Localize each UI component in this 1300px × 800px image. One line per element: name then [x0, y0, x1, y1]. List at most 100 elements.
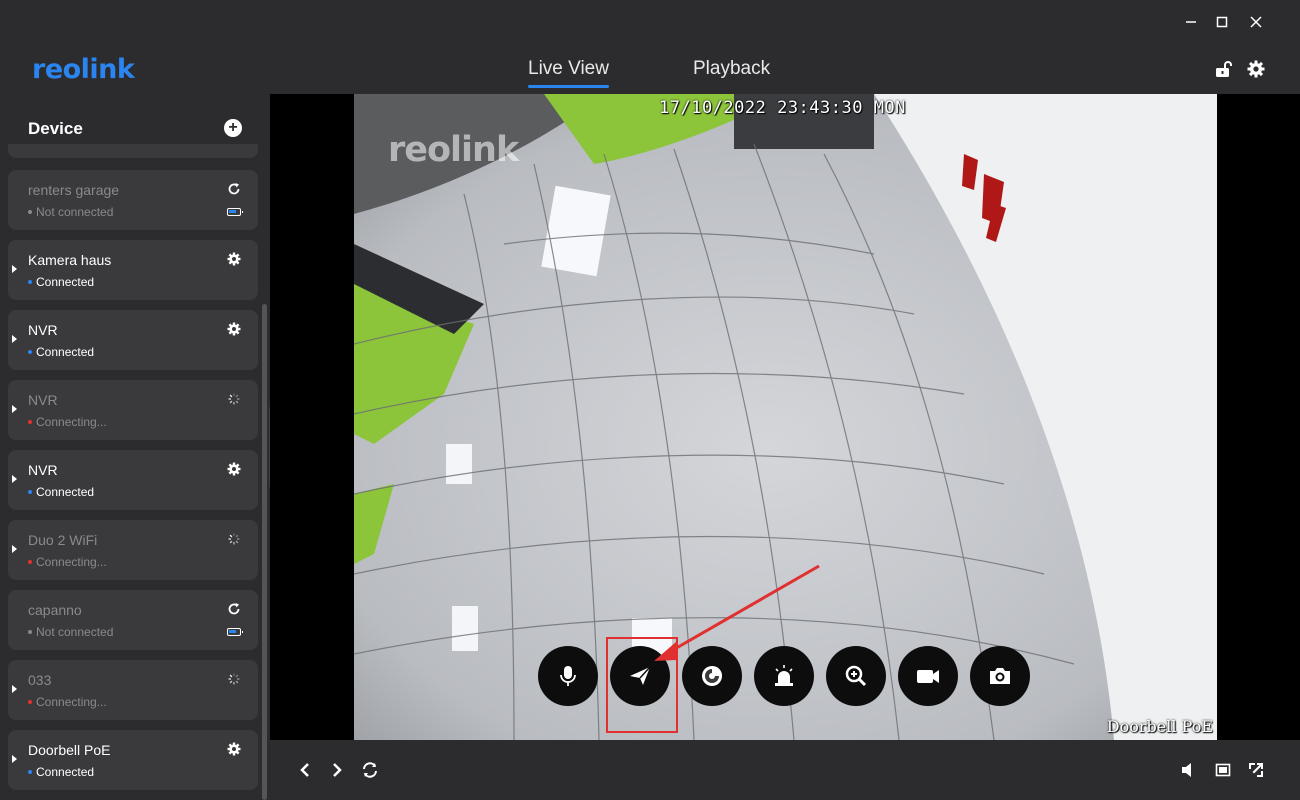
- gear-icon[interactable]: [227, 322, 241, 336]
- camera-scene: [354, 94, 1217, 740]
- device-status: Connecting...: [28, 695, 107, 709]
- gear-icon[interactable]: [227, 252, 241, 266]
- device-name: NVR: [28, 462, 58, 478]
- settings-gear-icon[interactable]: [1247, 60, 1265, 78]
- highlight-box: [606, 637, 678, 733]
- device-status-text: Connected: [36, 275, 95, 289]
- volume-icon[interactable]: [1180, 762, 1196, 778]
- status-dot-icon: [28, 629, 32, 634]
- previous-page-icon[interactable]: [297, 762, 313, 778]
- microphone-icon: [560, 666, 576, 686]
- talk-button[interactable]: [538, 646, 598, 706]
- live-view-viewport: reolink 17/10/2022 23:43:30 MON Doorbell…: [270, 94, 1300, 740]
- device-card[interactable]: capanno Not connected: [8, 590, 258, 650]
- device-status: Not connected: [28, 205, 113, 219]
- spinner-icon[interactable]: [227, 392, 241, 406]
- reolink-logo: reolink: [32, 54, 135, 85]
- title-bar: [0, 0, 1300, 44]
- expand-arrow-icon[interactable]: [12, 685, 17, 693]
- switch-stream-icon[interactable]: [362, 762, 378, 778]
- device-status: Connecting...: [28, 415, 107, 429]
- device-status-text: Connected: [36, 485, 95, 499]
- status-dot-icon: [28, 419, 32, 424]
- tab-live-view[interactable]: Live View: [528, 58, 609, 88]
- battery-icon: [227, 208, 243, 216]
- add-device-button[interactable]: +: [224, 119, 242, 137]
- maximize-button[interactable]: [1212, 12, 1232, 32]
- expand-arrow-icon[interactable]: [12, 335, 17, 343]
- refresh-icon[interactable]: [227, 182, 241, 196]
- device-card[interactable]: Kamera haus Connected: [8, 240, 258, 300]
- snapshot-button[interactable]: [970, 646, 1030, 706]
- battery-icon: [227, 628, 243, 636]
- device-card[interactable]: NVR Connected: [8, 450, 258, 510]
- layout-single-icon[interactable]: [1215, 762, 1231, 778]
- close-icon: [1250, 16, 1262, 28]
- gear-icon[interactable]: [227, 462, 241, 476]
- fullscreen-icon[interactable]: [1248, 762, 1264, 778]
- tab-playback[interactable]: Playback: [693, 58, 770, 80]
- device-status-text: Not connected: [36, 205, 114, 219]
- status-dot-icon: [28, 559, 32, 564]
- osd-camera-name: Doorbell PoE: [1106, 717, 1213, 736]
- alarm-light-icon: [775, 665, 793, 686]
- device-status-text: Connected: [36, 345, 95, 359]
- spinner-icon[interactable]: [227, 672, 241, 686]
- status-dot-icon: [28, 209, 32, 214]
- gear-icon[interactable]: [227, 742, 241, 756]
- device-card-partial[interactable]: [8, 144, 258, 158]
- next-page-icon[interactable]: [329, 762, 345, 778]
- status-dot-icon: [28, 699, 32, 704]
- device-name: NVR: [28, 392, 58, 408]
- bottom-toolbar: [270, 740, 1300, 800]
- device-status-text: Connected: [36, 765, 95, 779]
- device-name: Kamera haus: [28, 252, 112, 268]
- minimize-icon: [1186, 21, 1196, 23]
- device-status: Connected: [28, 275, 94, 289]
- video-watermark: reolink: [388, 130, 519, 170]
- unlock-icon[interactable]: [1214, 60, 1232, 78]
- expand-arrow-icon[interactable]: [12, 265, 17, 273]
- device-name: Duo 2 WiFi: [28, 532, 98, 548]
- status-dot-icon: [28, 349, 32, 354]
- expand-arrow-icon[interactable]: [12, 545, 17, 553]
- siren-disc-icon: [702, 666, 722, 686]
- app-window: reolink Live View Playback Device + rent…: [0, 0, 1300, 800]
- device-card[interactable]: Doorbell PoE Connected: [8, 730, 258, 790]
- device-sidebar: Device + renters garage Not connected Kame…: [0, 94, 270, 800]
- osd-timestamp: 17/10/2022 23:43:30 MON: [659, 98, 906, 118]
- device-name: NVR: [28, 322, 58, 338]
- device-card[interactable]: 033 Connecting...: [8, 660, 258, 720]
- expand-arrow-icon[interactable]: [12, 405, 17, 413]
- camera-feed[interactable]: reolink 17/10/2022 23:43:30 MON Doorbell…: [354, 94, 1217, 740]
- expand-arrow-icon[interactable]: [12, 755, 17, 763]
- status-dot-icon: [28, 769, 32, 774]
- snapshot-icon: [990, 668, 1010, 684]
- alarm-light-button[interactable]: [754, 646, 814, 706]
- minimize-button[interactable]: [1181, 12, 1201, 32]
- device-status: Connected: [28, 485, 94, 499]
- spinner-icon[interactable]: [227, 532, 241, 546]
- status-dot-icon: [28, 279, 32, 284]
- close-button[interactable]: [1246, 12, 1266, 32]
- record-button[interactable]: [898, 646, 958, 706]
- device-status-text: Not connected: [36, 625, 114, 639]
- header: reolink Live View Playback: [0, 44, 1300, 94]
- refresh-icon[interactable]: [227, 602, 241, 616]
- device-card[interactable]: renters garage Not connected: [8, 170, 258, 230]
- device-status: Connecting...: [28, 555, 107, 569]
- device-card[interactable]: Duo 2 WiFi Connecting...: [8, 520, 258, 580]
- status-dot-icon: [28, 489, 32, 494]
- device-name: Doorbell PoE: [28, 742, 111, 758]
- expand-arrow-icon[interactable]: [12, 475, 17, 483]
- sidebar-scrollbar[interactable]: [262, 304, 267, 800]
- sidebar-title: Device: [28, 119, 83, 138]
- device-card[interactable]: NVR Connected: [8, 310, 258, 370]
- record-icon: [917, 670, 939, 683]
- device-card[interactable]: NVR Connecting...: [8, 380, 258, 440]
- siren-disc-button[interactable]: [682, 646, 742, 706]
- device-status-text: Connecting...: [36, 555, 107, 569]
- device-name: capanno: [28, 602, 82, 618]
- zoom-button[interactable]: [826, 646, 886, 706]
- device-status-text: Connecting...: [36, 695, 107, 709]
